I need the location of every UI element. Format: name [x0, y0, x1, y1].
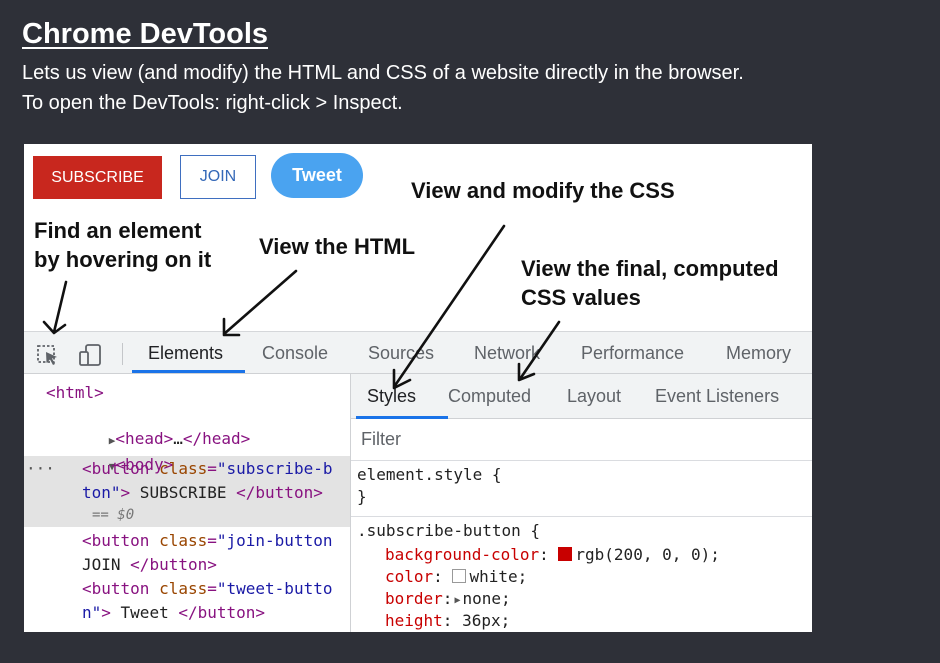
arrow-computed [517, 320, 561, 382]
devtools-screenshot: SUBSCRIBE JOIN Tweet Find an element by … [24, 144, 812, 632]
slide-description: Lets us view (and modify) the HTML and C… [22, 62, 744, 84]
slide-title: Chrome DevTools [22, 18, 269, 50]
arrow-view-css [392, 224, 506, 390]
arrow-view-html [222, 269, 298, 337]
slide-instruction: To open the DevTools: right-click > Insp… [22, 92, 403, 114]
annotation-arrows [42, 224, 561, 390]
arrow-find-element [42, 280, 68, 335]
